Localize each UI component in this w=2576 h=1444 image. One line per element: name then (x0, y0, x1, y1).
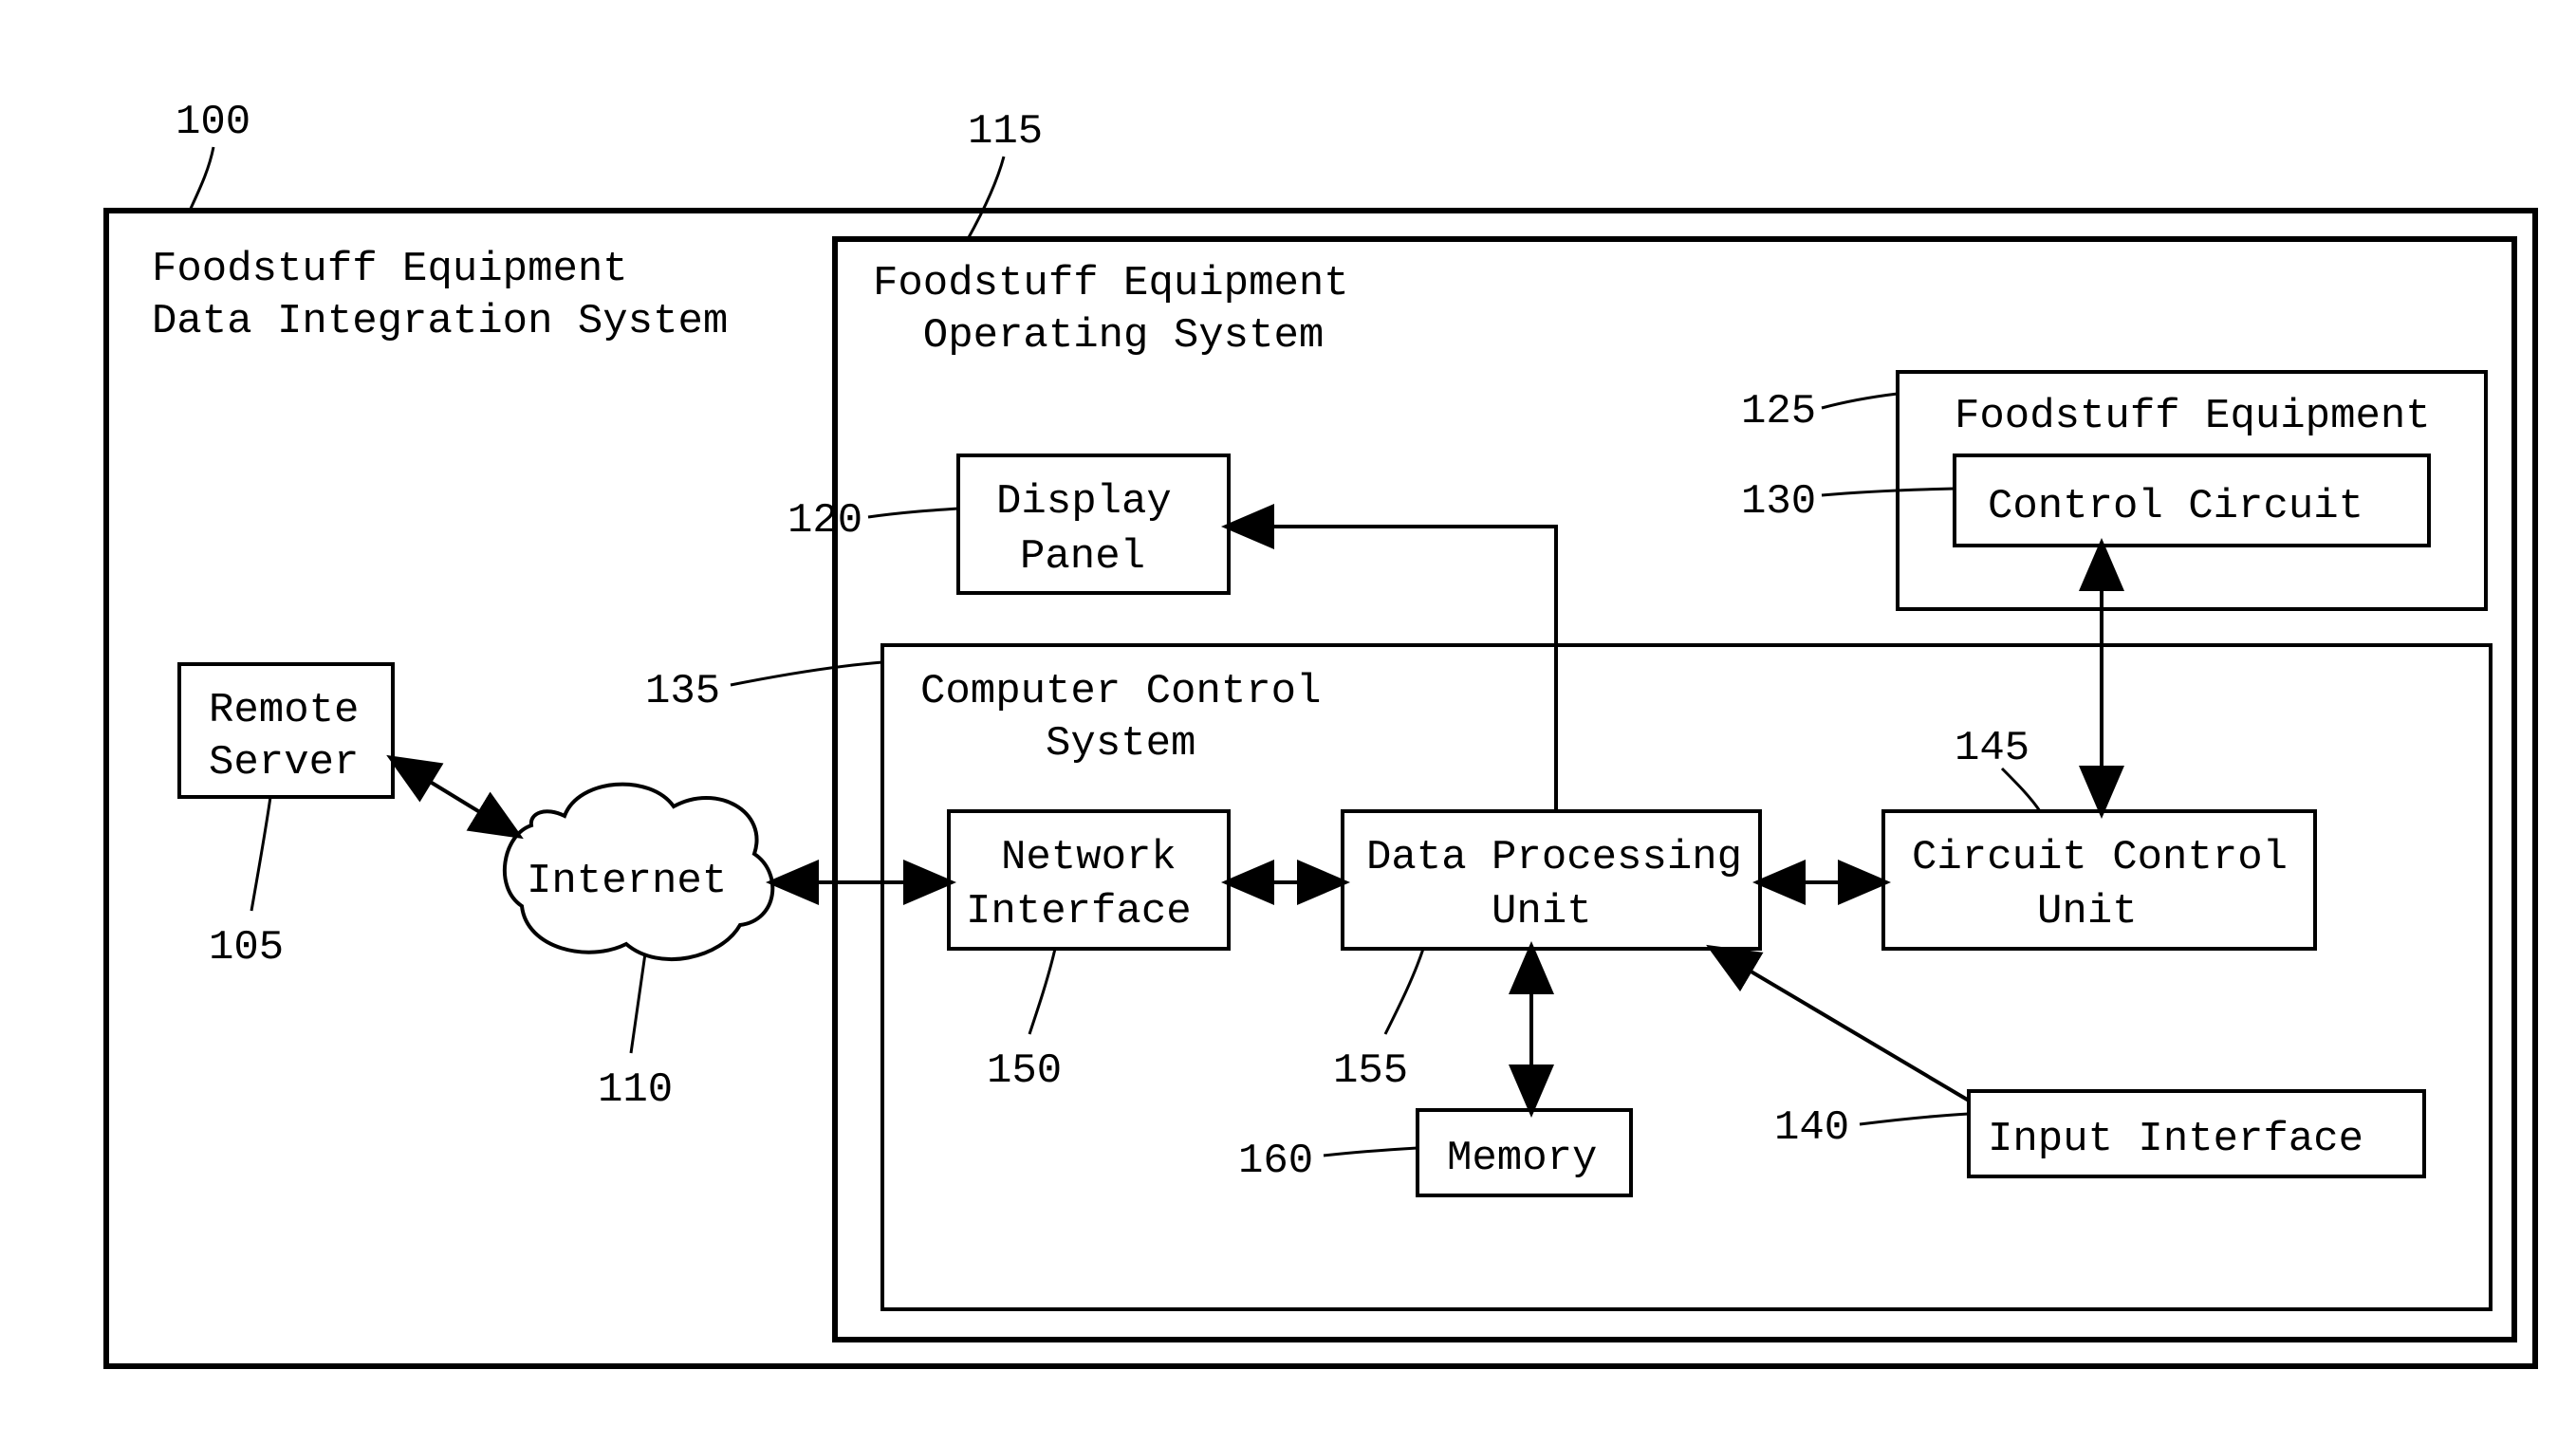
ref-125: 125 (1741, 388, 1816, 435)
control-circuit-label: Control Circuit (1988, 483, 2363, 530)
ccs-l1: Computer Control (920, 668, 1321, 715)
dpu-l1: Data Processing (1366, 834, 1742, 881)
net-l2: Interface (966, 888, 1192, 935)
outer-system-box (106, 211, 2535, 1366)
leader-120 (868, 509, 958, 517)
remote-l1: Remote (209, 687, 359, 734)
ref-140: 140 (1774, 1104, 1849, 1152)
display-l2: Panel (1020, 533, 1145, 581)
ref-135: 135 (645, 668, 720, 715)
ref-145: 145 (1955, 725, 2029, 772)
ref-120: 120 (788, 497, 862, 545)
dpu-l2: Unit (1366, 888, 1592, 935)
leader-155 (1385, 949, 1423, 1034)
display-l1: Display (996, 478, 1172, 526)
input-label: Input Interface (1988, 1116, 2363, 1163)
leader-160 (1324, 1148, 1418, 1156)
ccu-l2: Unit (1912, 888, 2138, 935)
leader-145 (2002, 768, 2040, 811)
internet-label: Internet (527, 858, 727, 905)
ccs-l2: System (920, 720, 1195, 768)
leader-130 (1822, 489, 1955, 495)
leader-105 (251, 797, 270, 911)
ref-105: 105 (209, 924, 284, 972)
ref-115: 115 (968, 108, 1043, 156)
outer-title-line1: Foodstuff Equipment (152, 246, 628, 293)
ref-150: 150 (987, 1047, 1062, 1095)
leader-110 (631, 953, 645, 1053)
ref-110: 110 (598, 1066, 673, 1114)
ref-130: 130 (1741, 478, 1816, 526)
leader-140 (1860, 1114, 1969, 1124)
equip-title: Foodstuff Equipment (1955, 393, 2431, 440)
ref-155: 155 (1333, 1047, 1408, 1095)
leader-100 (190, 147, 213, 211)
net-l1: Network (1001, 834, 1177, 881)
opsys-title-line2: Operating System (873, 312, 1324, 360)
ref-100: 100 (176, 99, 250, 146)
opsys-title-line1: Foodstuff Equipment (873, 260, 1349, 307)
ccu-l1: Circuit Control (1912, 834, 2288, 881)
ref-160: 160 (1238, 1138, 1313, 1185)
leader-135 (731, 662, 882, 685)
conn-input-dpu (1713, 949, 1969, 1101)
leader-150 (1029, 949, 1055, 1034)
leader-115 (968, 157, 1004, 239)
remote-l2: Server (209, 739, 359, 787)
outer-title-line2: Data Integration System (152, 298, 728, 345)
conn-remote-internet (393, 759, 517, 835)
memory-label: Memory (1447, 1135, 1597, 1182)
leader-125 (1822, 394, 1898, 408)
